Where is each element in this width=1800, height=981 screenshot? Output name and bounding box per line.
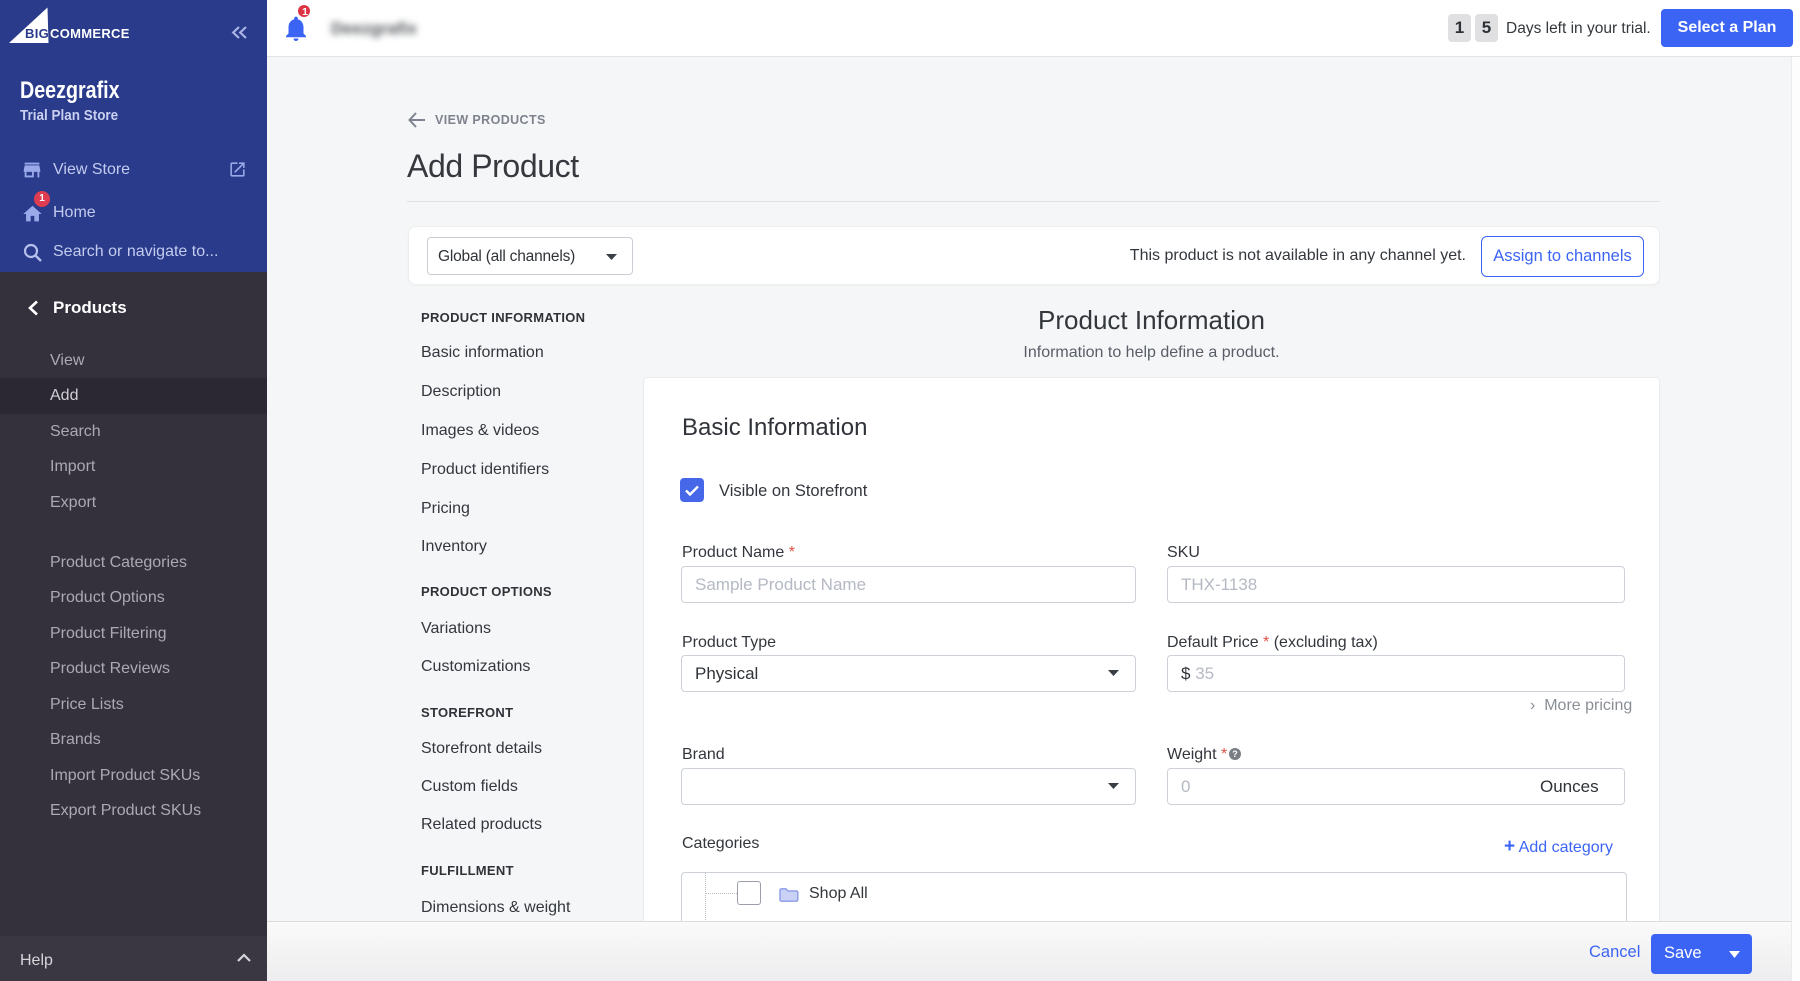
svg-text:COMMERCE: COMMERCE xyxy=(50,26,130,41)
svg-text:BIG: BIG xyxy=(25,26,49,41)
